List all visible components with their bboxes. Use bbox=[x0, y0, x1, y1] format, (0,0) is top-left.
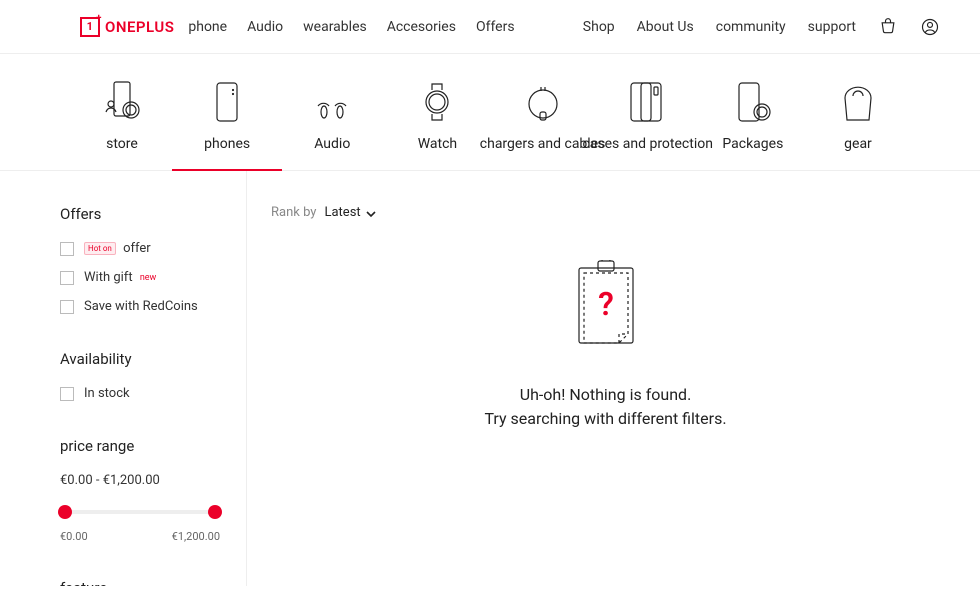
nav-wearables[interactable]: wearables bbox=[303, 19, 367, 35]
chevron-down-icon bbox=[366, 208, 376, 218]
cat-chargers[interactable]: chargers and cables bbox=[493, 78, 593, 152]
audio-icon bbox=[310, 78, 354, 122]
nav-about[interactable]: About Us bbox=[637, 19, 694, 35]
logo-icon bbox=[80, 17, 100, 37]
checkbox bbox=[60, 387, 74, 401]
phones-icon bbox=[216, 78, 238, 122]
gear-icon bbox=[841, 78, 875, 122]
empty-state: ? Uh-oh! Nothing is found. Try searching… bbox=[271, 260, 940, 431]
svg-text:?: ? bbox=[598, 285, 614, 323]
rank-value: Latest bbox=[324, 205, 360, 220]
empty-clipboard-icon: ? bbox=[571, 260, 641, 349]
category-tabs: store phones Audio Watch chargers and ca… bbox=[0, 54, 980, 171]
price-max: €1,200.00 bbox=[172, 530, 220, 543]
cat-label: Watch bbox=[418, 136, 457, 152]
header: ONEPLUS phone Audio wearables Accesories… bbox=[0, 0, 980, 54]
nav-offers[interactable]: Offers bbox=[476, 19, 515, 35]
nav-phone[interactable]: phone bbox=[188, 19, 227, 35]
rank-by-label: Rank by bbox=[271, 205, 316, 220]
feature-title: feature bbox=[60, 579, 246, 586]
filter-offer-gift[interactable]: With gift new bbox=[60, 270, 246, 285]
empty-line1: Uh-oh! Nothing is found. bbox=[484, 383, 726, 407]
main-content: Rank by Latest ? bbox=[247, 171, 980, 586]
brand-logo[interactable]: ONEPLUS bbox=[80, 17, 174, 37]
checkbox bbox=[60, 242, 74, 256]
cat-label: Packages bbox=[722, 136, 783, 152]
empty-text: Uh-oh! Nothing is found. Try searching w… bbox=[484, 383, 726, 431]
filter-instock[interactable]: In stock bbox=[60, 386, 246, 401]
cat-watch[interactable]: Watch bbox=[387, 78, 487, 152]
cat-cases[interactable]: cases and protection bbox=[598, 78, 698, 152]
cat-packages[interactable]: Packages bbox=[703, 78, 803, 152]
new-tag: new bbox=[140, 273, 157, 283]
empty-line2: Try searching with different filters. bbox=[484, 407, 726, 431]
price-min: €0.00 bbox=[60, 530, 88, 543]
cases-icon bbox=[630, 78, 666, 122]
body: Offers Hot on offer With gift new bbox=[0, 171, 980, 586]
filter-offer-redcoins[interactable]: Save with RedCoins bbox=[60, 299, 246, 314]
sort-control: Rank by Latest bbox=[271, 205, 940, 220]
slider-track bbox=[60, 510, 220, 514]
watch-icon bbox=[424, 78, 450, 122]
checkbox bbox=[60, 271, 74, 285]
price-range-text: €0.00 - €1,200.00 bbox=[60, 473, 246, 488]
nav-support[interactable]: support bbox=[808, 19, 856, 35]
slider-thumb-max[interactable] bbox=[208, 505, 222, 519]
slider-labels: €0.00 €1,200.00 bbox=[60, 530, 220, 543]
chargers-icon bbox=[525, 78, 561, 122]
cat-label: store bbox=[106, 136, 138, 152]
cart-icon[interactable] bbox=[878, 17, 898, 37]
nav-community[interactable]: community bbox=[716, 19, 786, 35]
cat-phones[interactable]: phones bbox=[177, 78, 277, 152]
nav-audio[interactable]: Audio bbox=[247, 19, 283, 35]
price-slider[interactable] bbox=[60, 510, 220, 514]
brand-name: ONEPLUS bbox=[105, 18, 174, 36]
nav-accessories[interactable]: Accesories bbox=[387, 19, 456, 35]
cat-label: Audio bbox=[314, 136, 350, 152]
store-icon bbox=[101, 78, 143, 122]
price-title: price range bbox=[60, 437, 246, 455]
nav-primary: phone Audio wearables Accesories Offers bbox=[188, 19, 514, 35]
offers-title: Offers bbox=[60, 205, 246, 223]
filters-sidebar: Offers Hot on offer With gift new bbox=[0, 171, 247, 586]
hoton-tag: Hot on bbox=[84, 242, 116, 255]
filter-feature: feature bbox=[60, 579, 246, 586]
slider-thumb-min[interactable] bbox=[58, 505, 72, 519]
cat-gear[interactable]: gear bbox=[808, 78, 908, 152]
filter-offers: Offers Hot on offer With gift new bbox=[60, 205, 246, 314]
checkbox bbox=[60, 300, 74, 314]
nav-shop[interactable]: Shop bbox=[583, 19, 615, 35]
availability-title: Availability bbox=[60, 350, 246, 368]
cat-label: gear bbox=[844, 136, 872, 152]
profile-icon[interactable] bbox=[920, 17, 940, 37]
cat-store[interactable]: store bbox=[72, 78, 172, 152]
offer-label: offer bbox=[123, 241, 151, 256]
filter-offer-hoton[interactable]: Hot on offer bbox=[60, 241, 246, 256]
redcoins-label: Save with RedCoins bbox=[84, 299, 198, 314]
cat-audio[interactable]: Audio bbox=[282, 78, 382, 152]
cat-label: cases and protection bbox=[582, 136, 713, 152]
rank-dropdown[interactable]: Latest bbox=[324, 205, 375, 220]
gift-label: With gift bbox=[84, 270, 133, 285]
instock-label: In stock bbox=[84, 386, 130, 401]
nav-secondary: Shop About Us community support bbox=[583, 17, 940, 37]
filter-price: price range €0.00 - €1,200.00 €0.00 €1,2… bbox=[60, 437, 246, 543]
packages-icon bbox=[734, 78, 772, 122]
cat-label: phones bbox=[204, 136, 250, 152]
filter-availability: Availability In stock bbox=[60, 350, 246, 401]
